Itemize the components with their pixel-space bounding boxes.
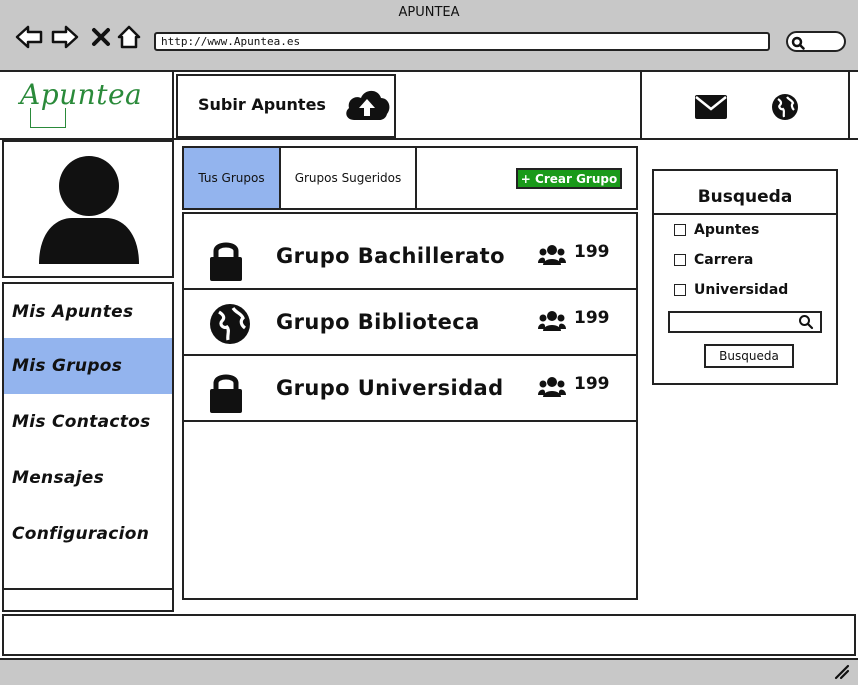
search-panel-title: Busqueda: [697, 187, 793, 207]
members-icon: [538, 376, 566, 398]
filter-carrera[interactable]: Carrera: [674, 252, 753, 268]
group-name: Grupo Biblioteca: [276, 310, 480, 334]
group-row[interactable]: Grupo Universidad 199: [184, 356, 636, 422]
member-count: 199: [574, 374, 610, 394]
tab-grupos-sugeridos[interactable]: Grupos Sugeridos: [281, 148, 417, 208]
url-bar[interactable]: http://www.Apuntea.es: [154, 32, 770, 51]
create-group-button[interactable]: + Crear Grupo: [516, 168, 622, 189]
group-name: Grupo Universidad: [276, 376, 504, 400]
back-icon[interactable]: [14, 22, 44, 52]
globe-icon[interactable]: [770, 92, 800, 126]
mail-icon[interactable]: [694, 94, 728, 124]
search-input[interactable]: [668, 311, 822, 333]
sidebar-item-mensajes[interactable]: Mensajes: [4, 450, 172, 506]
sidebar-item-mis-apuntes[interactable]: Mis Apuntes: [4, 284, 172, 340]
cloud-upload-icon[interactable]: [342, 84, 392, 128]
resize-grip-icon[interactable]: [834, 664, 850, 684]
page-footer: [2, 614, 856, 656]
checkbox[interactable]: [674, 254, 686, 266]
header-divider: [172, 72, 174, 140]
sidebar-item-label: Mis Apuntes: [12, 302, 134, 322]
tab-label: Grupos Sugeridos: [294, 171, 402, 185]
user-avatar-icon[interactable]: [36, 152, 142, 270]
checkbox[interactable]: [674, 284, 686, 296]
logo-book-icon: [30, 108, 66, 128]
group-row[interactable]: Grupo Biblioteca 199: [184, 290, 636, 356]
sidebar-item-configuracion[interactable]: Configuracion: [4, 506, 172, 562]
close-icon[interactable]: [86, 22, 116, 52]
header-divider: [640, 72, 642, 140]
tab-tus-grupos[interactable]: Tus Grupos: [184, 148, 281, 208]
sidebar-footer: [2, 590, 174, 612]
group-row[interactable]: Grupo Bachillerato 199: [184, 224, 636, 290]
globe-icon: [208, 302, 252, 346]
search-icon[interactable]: [798, 314, 814, 334]
filter-apuntes[interactable]: Apuntes: [674, 222, 759, 238]
header-edge: [848, 72, 850, 140]
sidebar-nav: Mis Apuntes Mis Grupos Mis Contactos Men…: [2, 282, 174, 590]
upload-notes-label: Subir Apuntes: [198, 95, 326, 114]
forward-icon[interactable]: [50, 22, 80, 52]
lock-icon: [208, 238, 252, 282]
filter-label: Universidad: [694, 282, 789, 298]
member-count: 199: [574, 242, 610, 262]
search-button[interactable]: Busqueda: [704, 344, 794, 368]
member-count: 199: [574, 308, 610, 328]
filter-universidad[interactable]: Universidad: [674, 282, 788, 298]
sidebar-item-label: Mis Grupos: [12, 356, 123, 376]
divider: [654, 213, 836, 215]
status-bar: [0, 658, 858, 685]
sidebar-item-mis-contactos[interactable]: Mis Contactos: [4, 394, 172, 450]
profile-panel: [2, 140, 174, 278]
checkbox[interactable]: [674, 224, 686, 236]
tab-label: Tus Grupos: [198, 171, 265, 185]
search-icon: [791, 35, 805, 54]
filter-label: Apuntes: [694, 222, 760, 238]
browser-search-field[interactable]: [786, 31, 846, 52]
window-title: APUNTEA: [398, 5, 460, 20]
sidebar-item-label: Configuracion: [12, 524, 150, 544]
lock-icon: [208, 370, 252, 414]
members-icon: [538, 310, 566, 332]
home-icon[interactable]: [114, 22, 144, 52]
members-icon: [538, 244, 566, 266]
app-logo[interactable]: Apuntea: [20, 78, 142, 111]
group-name: Grupo Bachillerato: [276, 244, 505, 268]
sidebar-item-label: Mensajes: [12, 468, 105, 488]
filter-label: Carrera: [694, 252, 754, 268]
sidebar-item-label: Mis Contactos: [12, 412, 151, 432]
group-list: Grupo Bachillerato 199 Grupo Biblioteca …: [182, 212, 638, 600]
sidebar-item-mis-grupos[interactable]: Mis Grupos: [4, 338, 172, 394]
